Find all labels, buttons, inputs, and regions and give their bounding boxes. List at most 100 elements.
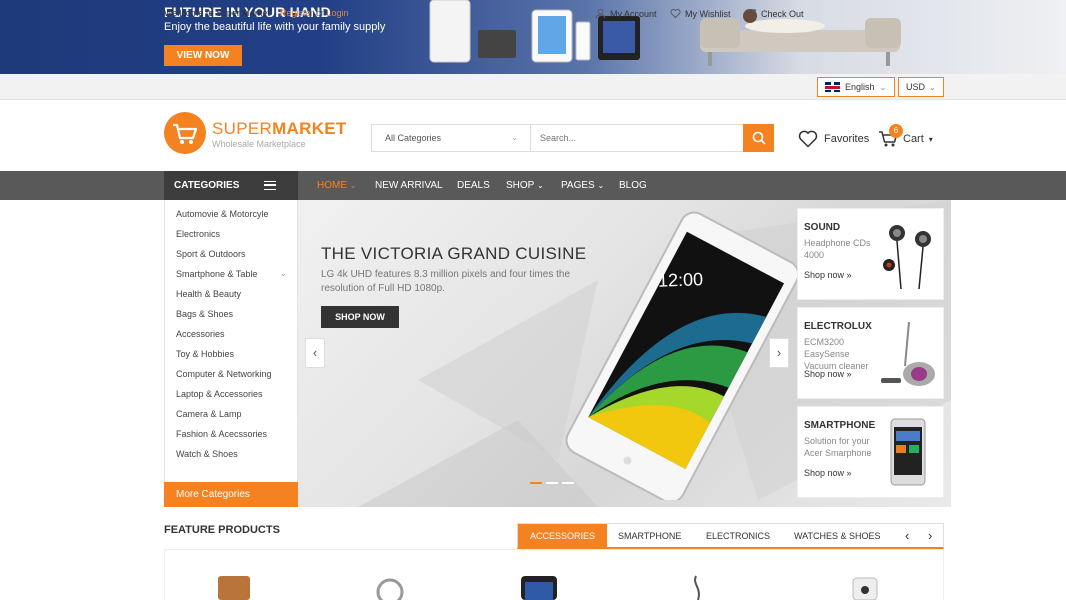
shop-now-button[interactable]: SHOP NOW <box>321 306 399 328</box>
promo-card-electrolux[interactable]: ELECTROLUX ECM3200 EasySense Vacuum clea… <box>797 307 944 399</box>
slider-next-button[interactable]: › <box>769 338 789 368</box>
chevron-down-icon: ⌄ <box>511 133 518 142</box>
categories-label: CATEGORIES <box>174 180 240 191</box>
category-item[interactable]: Fashion & Acecssories <box>176 429 267 439</box>
cart-logo-icon <box>173 123 198 144</box>
register-link[interactable]: Register <box>280 8 314 18</box>
nav-pages[interactable]: PAGES ⌄ <box>561 180 604 191</box>
language-value: English <box>845 82 875 92</box>
category-item[interactable]: Health & Beauty <box>176 289 241 299</box>
tab-watches-shoes[interactable]: WATCHES & SHOES <box>782 524 893 548</box>
category-item[interactable]: Sport & Outdoors <box>176 249 246 259</box>
nav-shop[interactable]: SHOP ⌄ <box>506 180 544 191</box>
product-thumb-camera[interactable] <box>850 574 880 600</box>
shop-now-link[interactable]: Shop now » <box>804 369 852 379</box>
slider-prev-button[interactable]: ‹ <box>305 338 325 368</box>
tabs-prev-button[interactable]: ‹ <box>905 524 909 548</box>
nav-deals[interactable]: DEALS <box>457 180 490 191</box>
category-item-smartphone[interactable]: Smartphone & Table ⌄ <box>176 269 287 279</box>
product-thumb-wallet[interactable] <box>215 574 253 600</box>
shop-now-link[interactable]: Shop now » <box>804 270 852 280</box>
product-thumb-phone[interactable] <box>520 574 558 600</box>
promo-card-title: SMARTPHONE <box>804 420 876 431</box>
currency-select[interactable]: USD ⌄ <box>898 77 944 97</box>
uk-flag-icon <box>825 82 840 92</box>
category-item[interactable]: Laptop & Accessories <box>176 389 263 399</box>
search-category-select[interactable]: All Categories ⌄ <box>372 125 531 151</box>
tabs-next-button[interactable]: › <box>928 524 932 548</box>
headphones-image <box>883 225 931 290</box>
nav-new-arrival[interactable]: NEW ARRIVAL <box>375 180 443 191</box>
slider-dot-active[interactable] <box>530 482 542 484</box>
categories-toggle[interactable]: CATEGORIES <box>164 171 298 200</box>
favorites-link[interactable]: Favorites <box>798 130 869 148</box>
my-wishlist-label: My Wishlist <box>685 8 731 19</box>
my-wishlist-link[interactable]: My Wishlist <box>670 8 731 19</box>
logo-text[interactable]: SUPERMARKET <box>212 119 347 139</box>
tab-accessories[interactable]: ACCESSORIES <box>518 524 608 548</box>
my-account-label: My Account <box>610 8 657 19</box>
tab-smartphone[interactable]: SMARTPHONE <box>606 524 693 548</box>
category-list: Automovie & Motorcyle Electronics Sport … <box>164 200 298 506</box>
chevron-down-icon: ⌄ <box>349 181 357 190</box>
product-thumb-watch[interactable] <box>375 574 405 600</box>
favorites-label: Favorites <box>824 133 870 145</box>
cart-link[interactable]: Cart ▾ <box>878 130 933 148</box>
logo-icon[interactable] <box>164 112 206 154</box>
cart-count-badge: 6 <box>889 124 903 138</box>
chevron-down-icon: ⌄ <box>536 181 544 190</box>
my-account-link[interactable]: My Account <box>595 8 657 19</box>
view-now-button[interactable]: VIEW NOW <box>164 45 242 66</box>
category-item[interactable]: Bags & Shoes <box>176 309 233 319</box>
promo-card-title: SOUND <box>804 222 841 233</box>
checkout-link[interactable]: Check Out <box>746 8 804 19</box>
logo-tagline: Wholesale Marketplace <box>212 139 306 149</box>
nav-home-label: HOME <box>317 180 347 191</box>
login-link[interactable]: Login <box>326 8 348 18</box>
caret-down-icon: ▾ <box>928 134 933 144</box>
promo-banner[interactable]: FUTURE IN YOUR HAND Enjoy the beautiful … <box>0 0 1066 74</box>
chevron-down-icon: ⌄ <box>280 269 287 278</box>
promo-card-desc: Headphone CDs 4000 <box>804 238 871 260</box>
chevron-down-icon: ⌄ <box>597 181 605 190</box>
category-item[interactable]: Toy & Hobbies <box>176 349 234 359</box>
logo-super: SUPER <box>212 119 273 138</box>
language-select[interactable]: English ⌄ <box>817 77 895 97</box>
category-item[interactable]: Automovie & Motorcyle <box>176 209 269 219</box>
promo-card-desc: ECM3200 EasySense Vacuum cleaner <box>804 337 869 371</box>
currency-value: USD <box>906 82 926 92</box>
chevron-down-icon: ⌄ <box>879 82 887 92</box>
phone-time: 12:00 <box>657 269 704 291</box>
checkbox-icon <box>746 9 757 19</box>
search-icon <box>752 131 766 145</box>
chevron-left-icon: ‹ <box>905 528 910 543</box>
search-button[interactable] <box>743 124 774 152</box>
shop-now-link[interactable]: Shop now » <box>804 468 852 478</box>
category-item[interactable]: Camera & Lamp <box>176 409 242 419</box>
nav-home[interactable]: HOME ⌄ <box>317 180 356 191</box>
nav-blog[interactable]: BLOG <box>619 180 647 191</box>
category-item[interactable]: Watch & Shoes <box>176 449 238 459</box>
slider-dot[interactable] <box>546 482 558 484</box>
tab-electronics[interactable]: ELECTRONICS <box>694 524 782 548</box>
logo-market: MARKET <box>272 119 347 138</box>
slider-title: THE VICTORIA GRAND CUISINE <box>321 244 587 263</box>
promo-card-sound[interactable]: SOUND Headphone CDs 4000 Shop now » <box>797 208 944 300</box>
heart-icon <box>670 9 681 19</box>
more-categories-button[interactable]: More Categories <box>164 482 298 507</box>
category-label: Smartphone & Table <box>176 269 258 279</box>
category-item[interactable]: Accessories <box>176 329 225 339</box>
category-item[interactable]: Computer & Networking <box>176 369 272 379</box>
search-category-value: All Categories <box>385 133 442 143</box>
chevron-left-icon: ‹ <box>312 345 318 360</box>
smartphone-thumb-image <box>890 418 926 486</box>
category-item[interactable]: Electronics <box>176 229 220 239</box>
welcome-label: Wellcome to Super Market <box>164 8 270 18</box>
feature-products-title: FEATURE PRODUCTS <box>164 524 280 536</box>
menu-icon <box>264 181 276 190</box>
slider-dot[interactable] <box>562 482 574 484</box>
promo-card-smartphone[interactable]: SMARTPHONE Solution for your Acer Smarph… <box>797 406 944 498</box>
page: FUTURE IN YOUR HAND Enjoy the beautiful … <box>0 0 1066 600</box>
product-thumb-cable[interactable] <box>688 574 708 600</box>
search-input[interactable] <box>540 125 740 151</box>
